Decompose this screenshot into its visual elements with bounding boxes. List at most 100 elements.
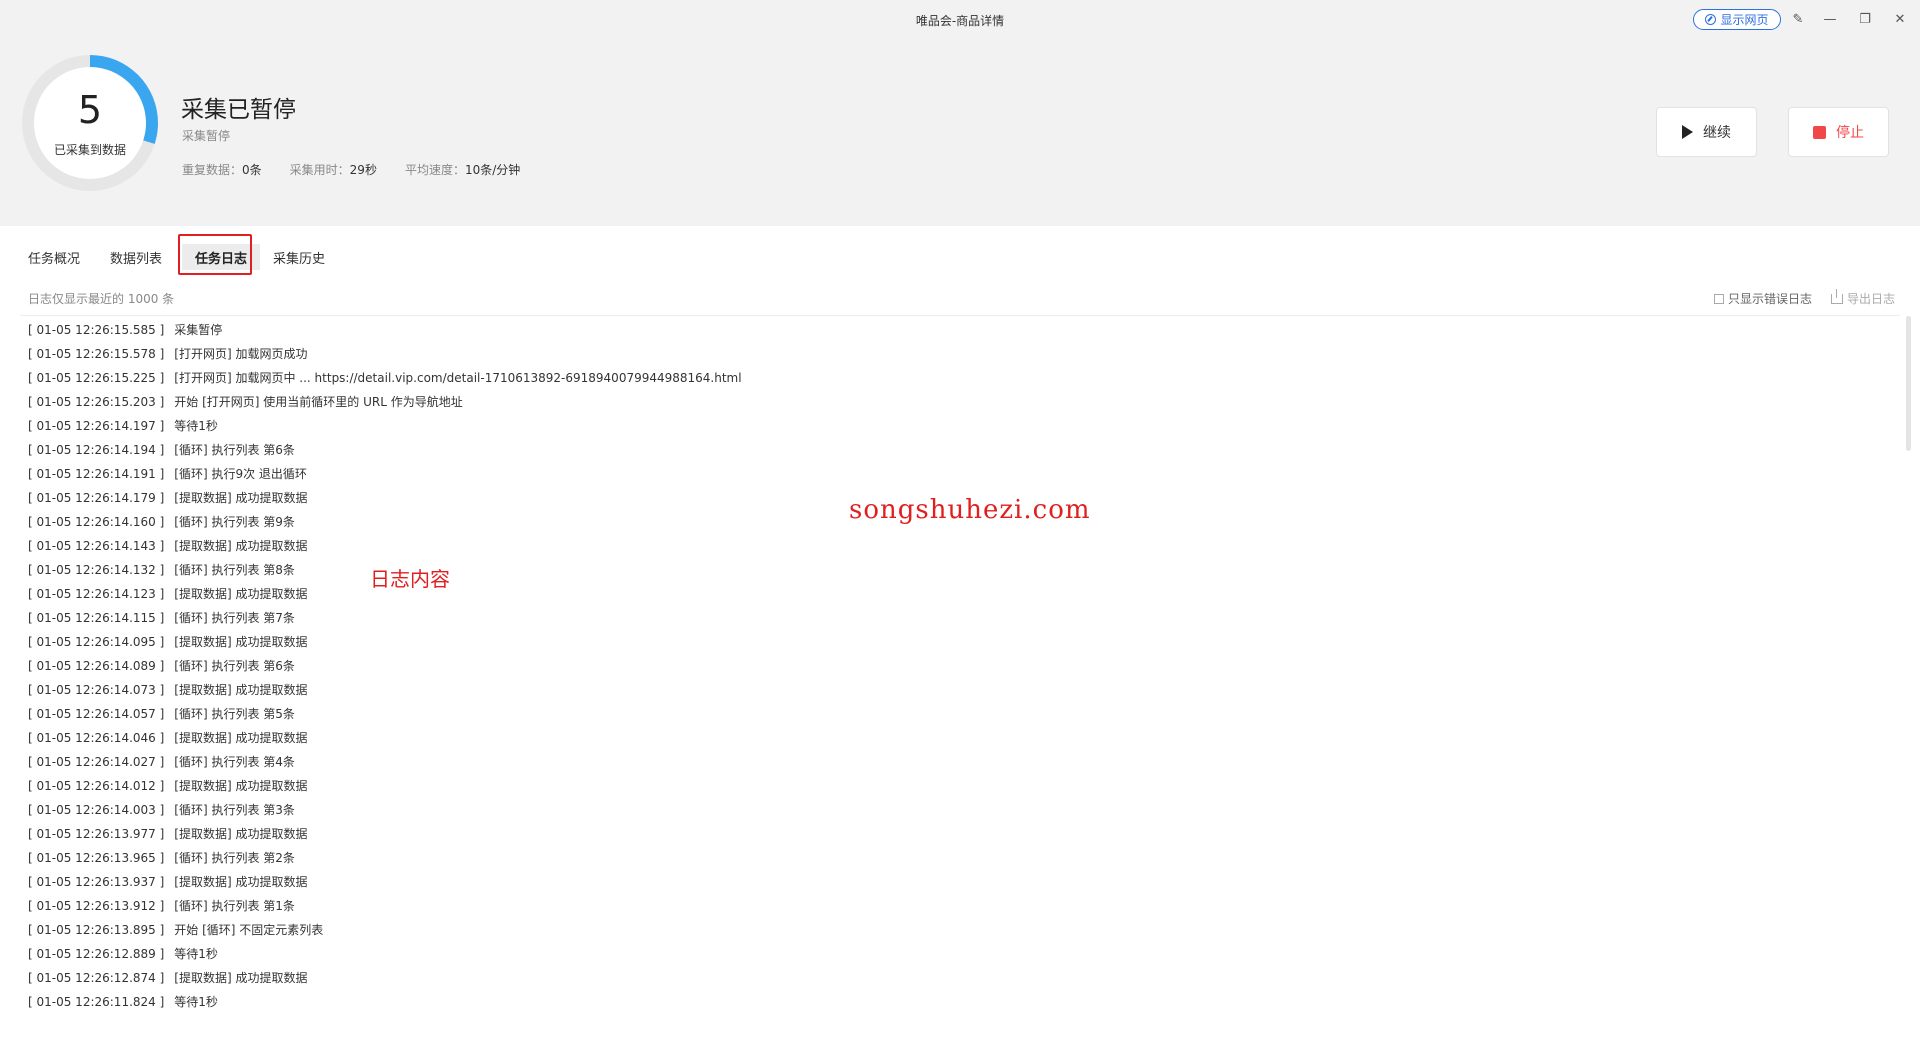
log-entry: [ 01-05 12:26:15.578 ] [打开网页] 加载网页成功 — [28, 342, 1888, 366]
log-timestamp: [ 01-05 12:26:13.912 ] — [28, 899, 165, 913]
error-only-label: 只显示错误日志 — [1728, 292, 1813, 306]
play-icon — [1682, 125, 1693, 139]
export-log-button[interactable]: 导出日志 — [1831, 288, 1896, 307]
collected-count: 5 — [77, 88, 103, 132]
log-timestamp: [ 01-05 12:26:13.895 ] — [28, 923, 165, 937]
continue-label: 继续 — [1703, 125, 1731, 141]
log-message: [提取数据] 成功提取数据 — [174, 587, 308, 601]
log-timestamp: [ 01-05 12:26:15.203 ] — [28, 395, 165, 409]
log-entry: [ 01-05 12:26:14.089 ] [循环] 执行列表 第6条 — [28, 654, 1888, 678]
log-entry: [ 01-05 12:26:14.046 ] [提取数据] 成功提取数据 — [28, 726, 1888, 750]
log-timestamp: [ 01-05 12:26:14.194 ] — [28, 443, 165, 457]
log-timestamp: [ 01-05 12:26:13.977 ] — [28, 827, 165, 841]
log-message: 开始 [打开网页] 使用当前循环里的 URL 作为导航地址 — [174, 395, 463, 409]
log-timestamp: [ 01-05 12:26:14.046 ] — [28, 731, 165, 745]
log-timestamp: [ 01-05 12:26:14.191 ] — [28, 467, 165, 481]
log-entry: [ 01-05 12:26:14.095 ] [提取数据] 成功提取数据 — [28, 630, 1888, 654]
stop-icon — [1813, 125, 1826, 139]
log-entry: [ 01-05 12:26:11.824 ] 等待1秒 — [28, 990, 1888, 1014]
export-log-label: 导出日志 — [1847, 292, 1896, 306]
error-only-checkbox[interactable]: 只显示错误日志 — [1714, 290, 1812, 307]
log-entry: [ 01-05 12:26:14.115 ] [循环] 执行列表 第7条 — [28, 606, 1888, 630]
log-timestamp: [ 01-05 12:26:14.123 ] — [28, 587, 165, 601]
active-tab-highlight — [178, 234, 252, 275]
log-timestamp: [ 01-05 12:26:14.197 ] — [28, 419, 165, 433]
collected-count-label: 已采集到数据 — [53, 143, 126, 157]
stop-label: 停止 — [1836, 125, 1864, 141]
log-timestamp: [ 01-05 12:26:14.027 ] — [28, 755, 165, 769]
tab-history[interactable]: 采集历史 — [273, 244, 325, 270]
log-entry: [ 01-05 12:26:12.874 ] [提取数据] 成功提取数据 — [28, 966, 1888, 990]
continue-button[interactable]: 继续 — [1656, 107, 1757, 157]
log-timestamp: [ 01-05 12:26:14.012 ] — [28, 779, 165, 793]
compass-icon — [1705, 14, 1717, 25]
log-timestamp: [ 01-05 12:26:14.160 ] — [28, 515, 165, 529]
log-entry: [ 01-05 12:26:14.191 ] [循环] 执行9次 退出循环 — [28, 462, 1888, 486]
log-message: [提取数据] 成功提取数据 — [174, 827, 308, 841]
log-entry: [ 01-05 12:26:14.194 ] [循环] 执行列表 第6条 — [28, 438, 1888, 462]
log-timestamp: [ 01-05 12:26:15.578 ] — [28, 347, 165, 361]
log-timestamp: [ 01-05 12:26:14.132 ] — [28, 563, 165, 577]
tab-overview[interactable]: 任务概况 — [28, 244, 80, 270]
log-message: [循环] 执行列表 第6条 — [174, 443, 295, 457]
checkbox-icon — [1714, 293, 1724, 304]
log-entry: [ 01-05 12:26:14.027 ] [循环] 执行列表 第4条 — [28, 750, 1888, 774]
log-message: [循环] 执行列表 第9条 — [174, 515, 295, 529]
log-message: [循环] 执行列表 第6条 — [174, 659, 295, 673]
log-message: [循环] 执行列表 第7条 — [174, 611, 295, 625]
restore-icon[interactable]: ❐ — [1855, 9, 1875, 29]
show-web-label: 显示网页 — [1720, 13, 1769, 27]
log-timestamp: [ 01-05 12:26:14.003 ] — [28, 803, 165, 817]
log-scrollbar[interactable] — [1906, 316, 1911, 451]
log-message: 采集暂停 — [174, 323, 223, 337]
log-message: [提取数据] 成功提取数据 — [174, 635, 308, 649]
log-message: [循环] 执行列表 第8条 — [174, 563, 295, 577]
stats-row: 重复数据：0条 采集用时：29秒 平均速度：10条/分钟 — [182, 161, 520, 178]
stat-speed: 平均速度：10条/分钟 — [404, 163, 521, 177]
log-message: [提取数据] 成功提取数据 — [174, 779, 308, 793]
log-timestamp: [ 01-05 12:26:14.143 ] — [28, 539, 165, 553]
log-timestamp: [ 01-05 12:26:15.225 ] — [28, 371, 165, 385]
show-web-button[interactable]: 显示网页 — [1693, 9, 1781, 30]
log-message: [循环] 执行列表 第1条 — [174, 899, 295, 913]
log-entry: [ 01-05 12:26:14.197 ] 等待1秒 — [28, 414, 1888, 438]
log-entry: [ 01-05 12:26:14.123 ] [提取数据] 成功提取数据 — [28, 582, 1888, 606]
log-entry: [ 01-05 12:26:15.585 ] 采集暂停 — [28, 318, 1888, 342]
log-timestamp: [ 01-05 12:26:12.889 ] — [28, 947, 165, 961]
log-timestamp: [ 01-05 12:26:14.095 ] — [28, 635, 165, 649]
log-timestamp: [ 01-05 12:26:14.115 ] — [28, 611, 165, 625]
export-icon — [1831, 288, 1843, 304]
log-entry: [ 01-05 12:26:14.012 ] [提取数据] 成功提取数据 — [28, 774, 1888, 798]
log-message: 开始 [循环] 不固定元素列表 — [174, 923, 324, 937]
log-message: 等待1秒 — [174, 995, 218, 1009]
log-entry: [ 01-05 12:26:14.073 ] [提取数据] 成功提取数据 — [28, 678, 1888, 702]
log-message: [循环] 执行列表 第2条 — [174, 851, 295, 865]
log-entry: [ 01-05 12:26:14.057 ] [循环] 执行列表 第5条 — [28, 702, 1888, 726]
window-title: 唯品会-商品详情 — [915, 14, 1005, 28]
edit-icon[interactable]: ✎ — [1788, 9, 1808, 29]
log-entry: [ 01-05 12:26:14.132 ] [循环] 执行列表 第8条 — [28, 558, 1888, 582]
log-entry: [ 01-05 12:26:14.143 ] [提取数据] 成功提取数据 — [28, 534, 1888, 558]
log-list: [ 01-05 12:26:15.585 ] 采集暂停[ 01-05 12:26:… — [28, 318, 1888, 1015]
stop-button[interactable]: 停止 — [1788, 107, 1889, 157]
close-icon[interactable]: ✕ — [1890, 9, 1910, 29]
log-entry: [ 01-05 12:26:15.225 ] [打开网页] 加载网页中 ... h… — [28, 366, 1888, 390]
log-timestamp: [ 01-05 12:26:13.937 ] — [28, 875, 165, 889]
log-message: 等待1秒 — [174, 419, 218, 433]
log-timestamp: [ 01-05 12:26:14.089 ] — [28, 659, 165, 673]
log-timestamp: [ 01-05 12:26:14.073 ] — [28, 683, 165, 697]
log-message: [循环] 执行列表 第4条 — [174, 755, 295, 769]
log-entry: [ 01-05 12:26:13.895 ] 开始 [循环] 不固定元素列表 — [28, 918, 1888, 942]
tab-data-list[interactable]: 数据列表 — [110, 244, 162, 270]
log-entry: [ 01-05 12:26:14.003 ] [循环] 执行列表 第3条 — [28, 798, 1888, 822]
progress-ring-center: 5 已采集到数据 — [34, 67, 146, 179]
log-entry: [ 01-05 12:26:13.977 ] [提取数据] 成功提取数据 — [28, 822, 1888, 846]
divider — [20, 315, 1900, 316]
minimize-icon[interactable]: — — [1820, 9, 1840, 29]
log-message: [提取数据] 成功提取数据 — [174, 683, 308, 697]
log-message: [打开网页] 加载网页中 ... https://detail.vip.com/… — [174, 371, 742, 385]
log-entry: [ 01-05 12:26:12.889 ] 等待1秒 — [28, 942, 1888, 966]
log-message: [打开网页] 加载网页成功 — [174, 347, 308, 361]
log-entry: [ 01-05 12:26:15.203 ] 开始 [打开网页] 使用当前循环里的… — [28, 390, 1888, 414]
log-timestamp: [ 01-05 12:26:15.585 ] — [28, 323, 165, 337]
